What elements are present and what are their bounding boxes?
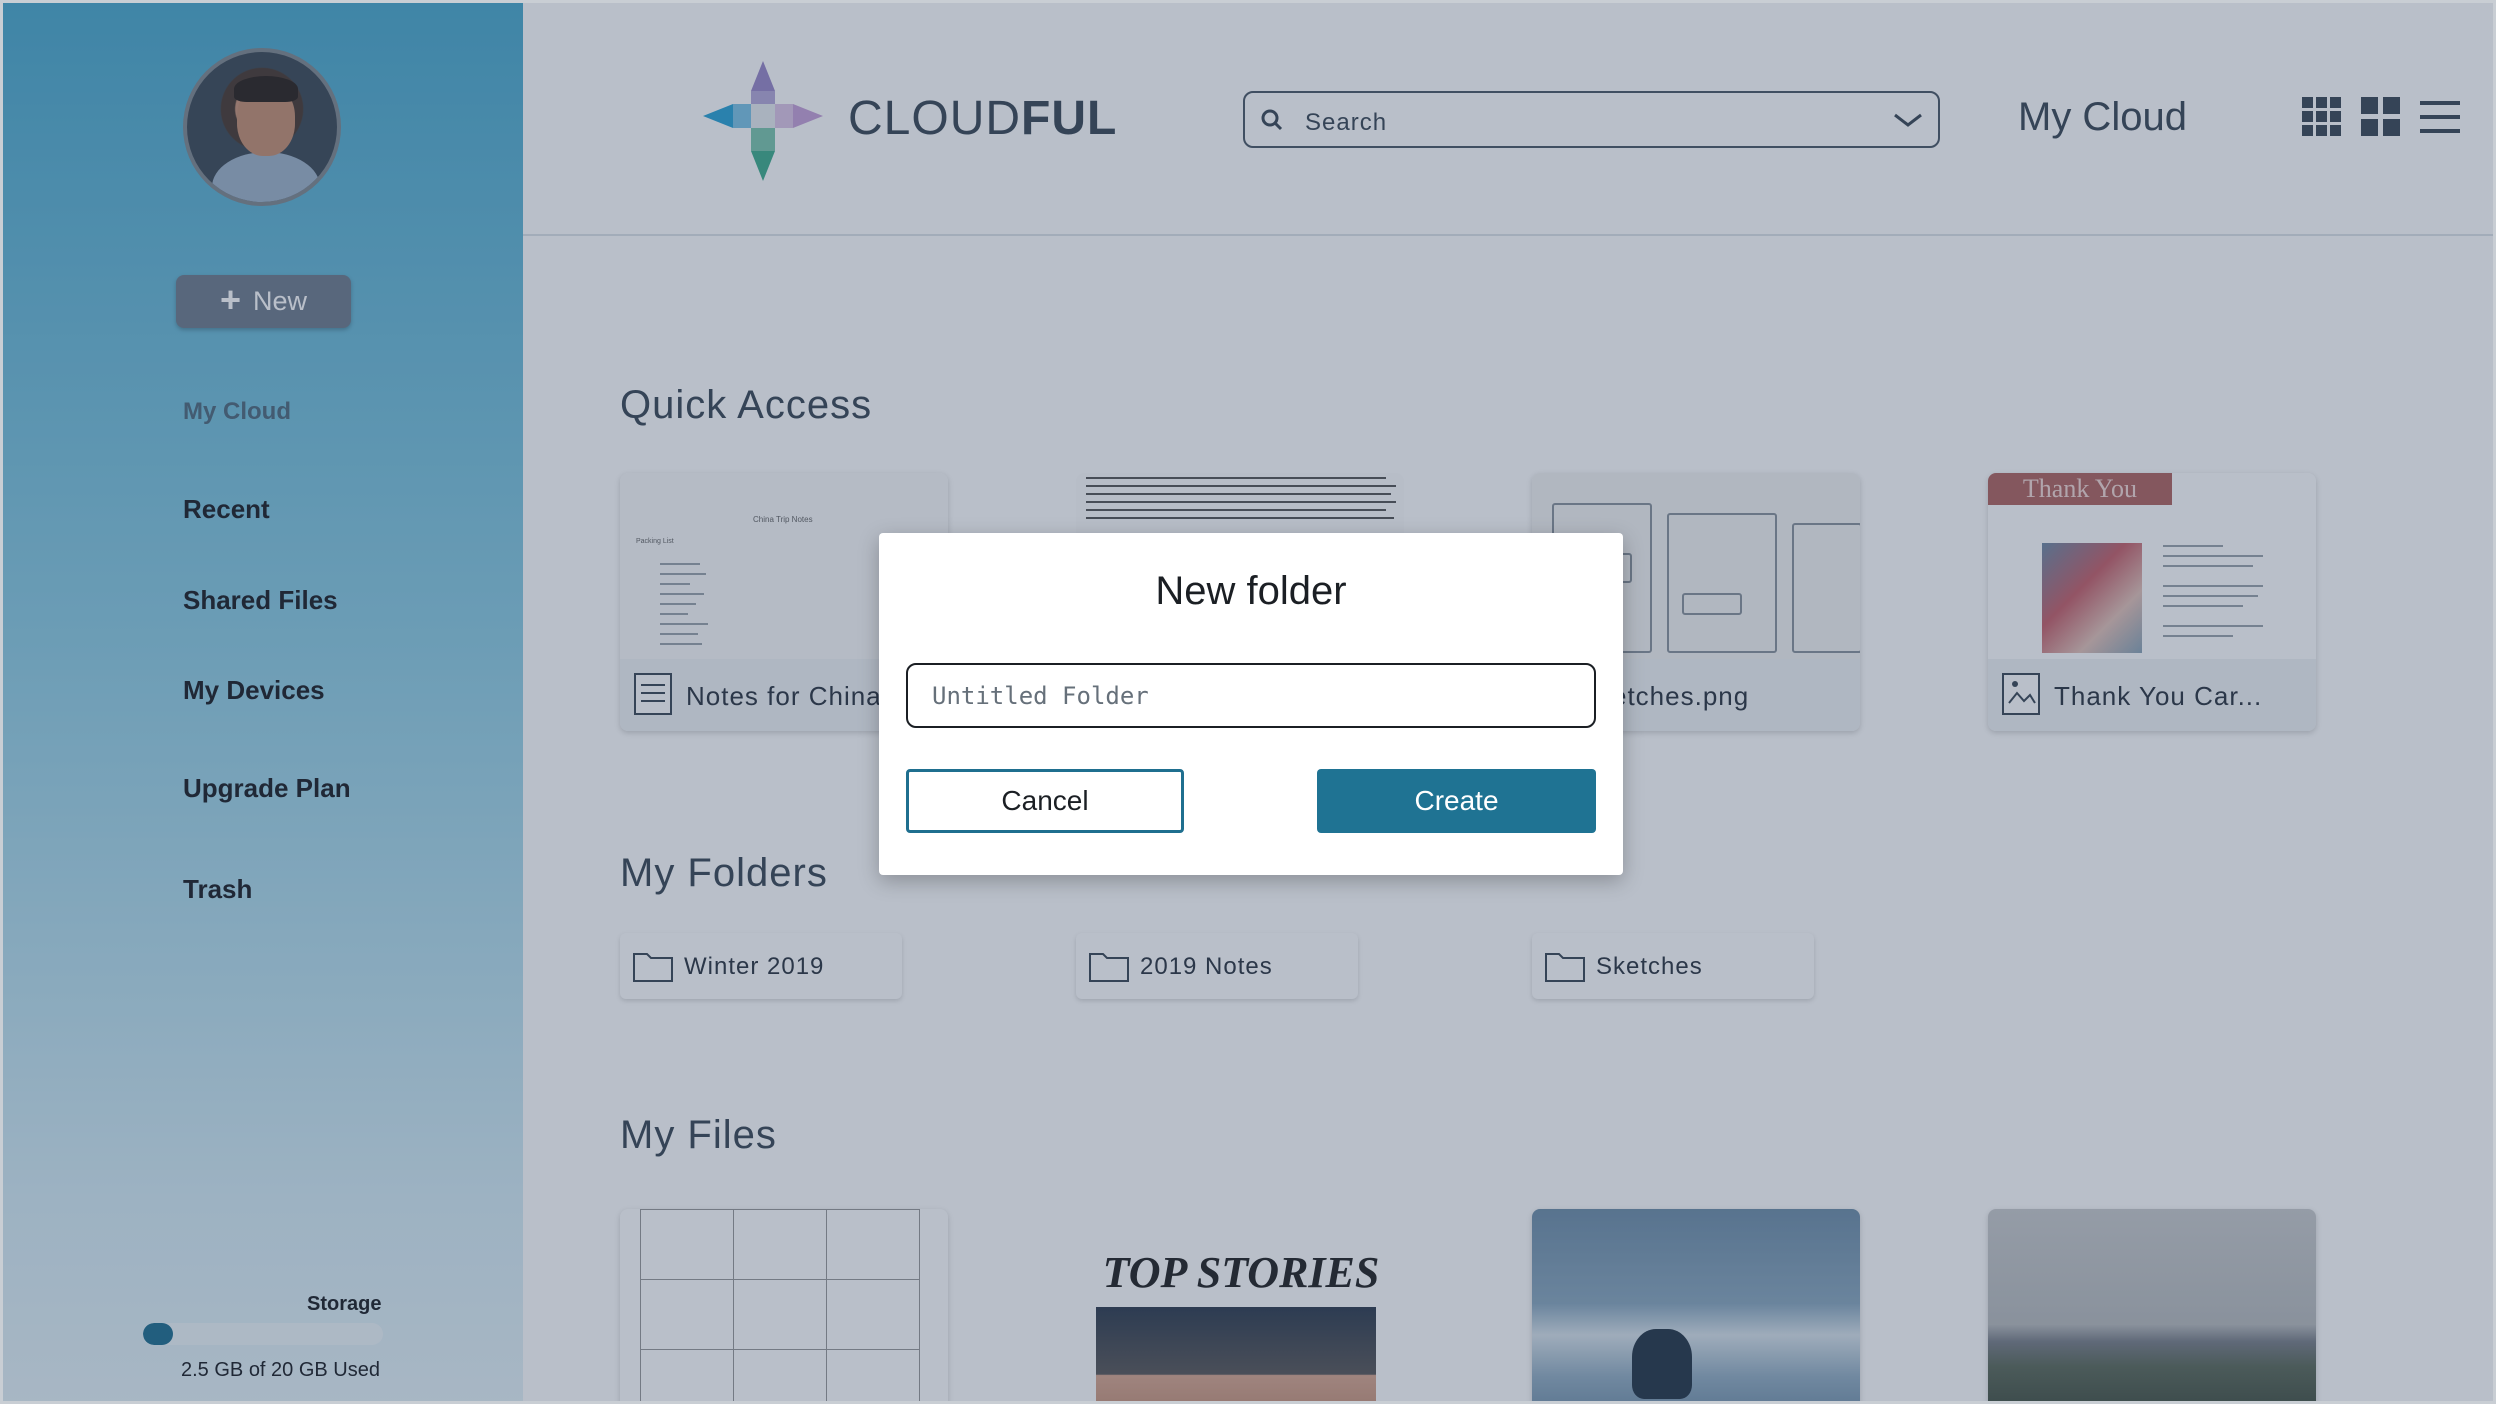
app-window: + New My Cloud Recent Shared Files My De… — [0, 0, 2496, 1404]
dialog-title: New folder — [1155, 569, 1347, 613]
folder-name-input[interactable] — [906, 663, 1596, 728]
cancel-button[interactable]: Cancel — [906, 769, 1184, 833]
new-folder-dialog: New folder Cancel Create — [879, 533, 1623, 875]
create-button[interactable]: Create — [1317, 769, 1596, 833]
